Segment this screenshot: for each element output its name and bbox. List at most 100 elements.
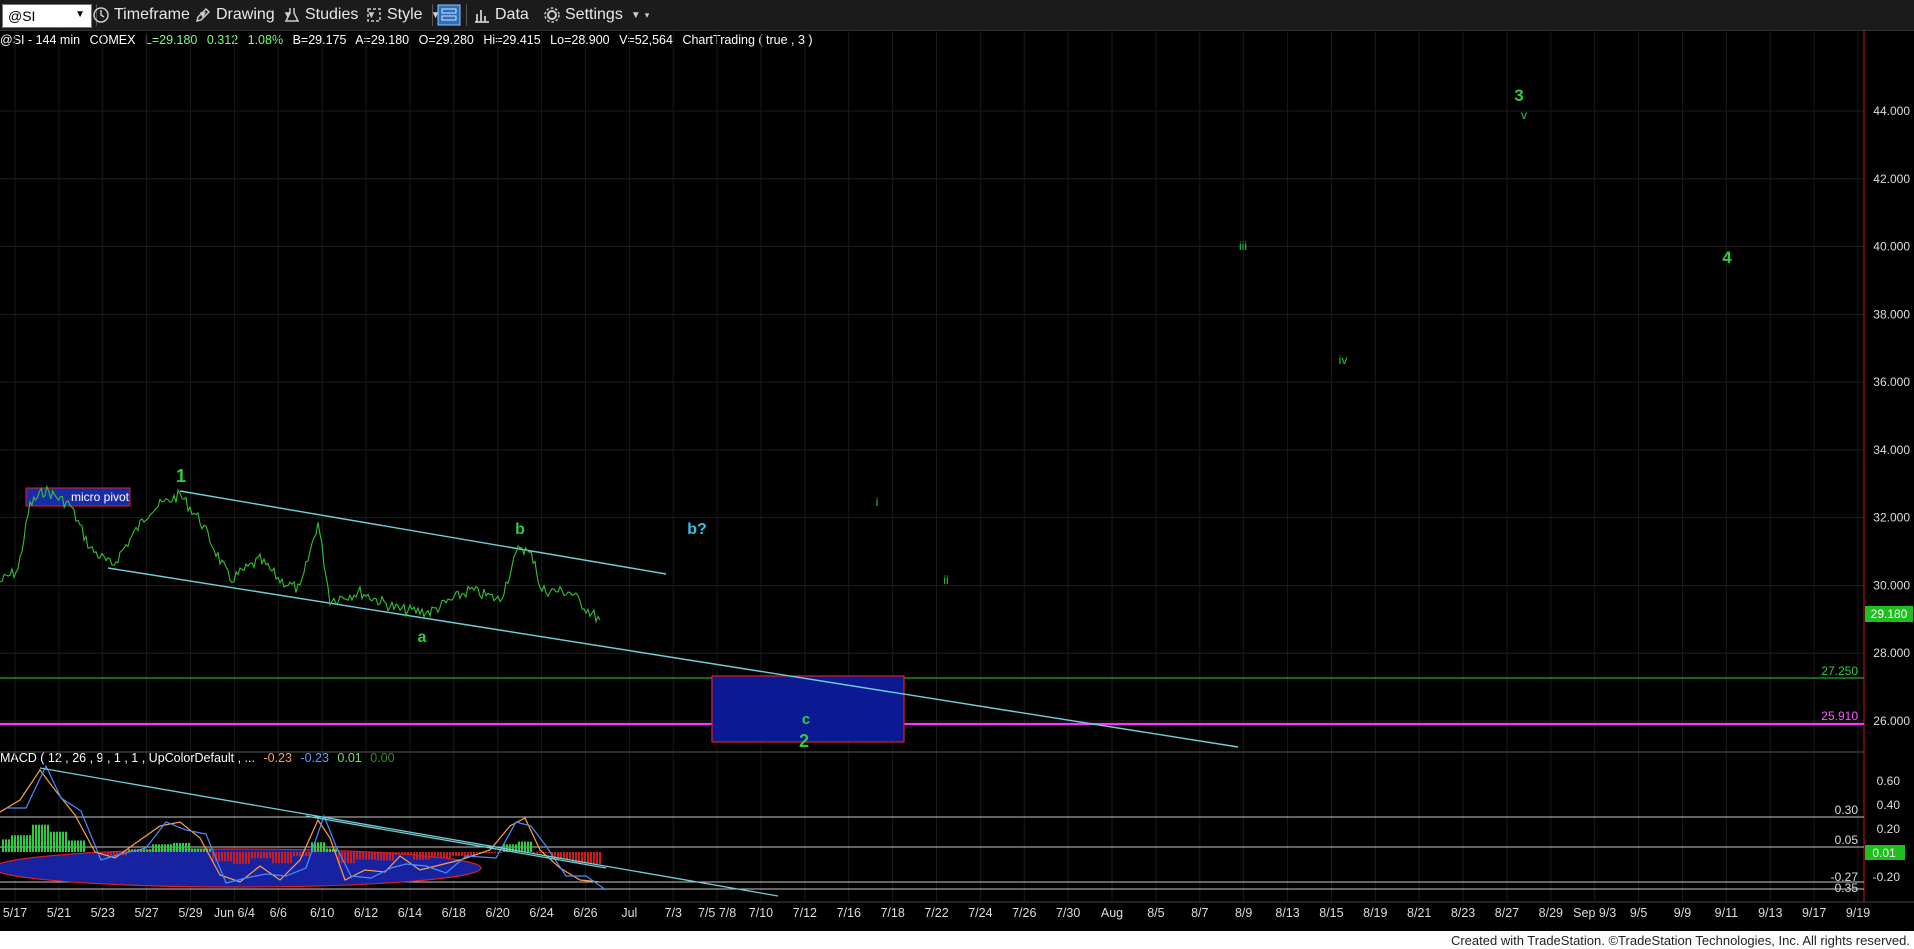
macd-histogram-bar <box>299 852 301 857</box>
macd-histogram-bar <box>50 831 52 852</box>
price-axis-label: 44.000 <box>1873 104 1910 118</box>
upper-channel-line[interactable] <box>179 490 667 575</box>
macd-histogram-bar <box>5 839 7 852</box>
chart-grid <box>0 30 1864 902</box>
macd-histogram-bar <box>359 852 361 860</box>
macd-histogram-bar <box>167 844 169 852</box>
price-axis-label: 42.000 <box>1873 172 1910 186</box>
macd-histogram-bar <box>74 840 76 852</box>
macd-histogram-bar <box>26 835 28 852</box>
macd-histogram-bar <box>53 831 55 852</box>
date-axis-label: 8/7 <box>1191 906 1208 920</box>
date-axis-label: 8/5 <box>1147 906 1164 920</box>
macd-axis-label: 0.40 <box>1877 798 1901 812</box>
date-axis-label: 7/16 <box>837 906 861 920</box>
macd-histogram-bar <box>563 852 565 859</box>
macd-histogram-bar <box>590 852 592 864</box>
macd-histogram-bar <box>80 840 82 852</box>
macd-histogram-bar <box>305 852 307 857</box>
macd-histogram-bar <box>92 852 94 854</box>
macd-axis-label: 0.60 <box>1877 774 1901 788</box>
macd-histogram-bar <box>221 852 223 862</box>
macd-histogram-bar <box>494 852 496 853</box>
macd-histogram-bar <box>512 844 514 852</box>
date-axis-label: 9/17 <box>1802 906 1826 920</box>
price-axis-label: 36.000 <box>1873 375 1910 389</box>
price-axis-label: 34.000 <box>1873 443 1910 457</box>
date-axis-label: 6/14 <box>398 906 422 920</box>
macd-histogram-bar <box>89 852 91 854</box>
macd-histogram-bar <box>59 831 61 852</box>
macd-histogram-bar <box>443 852 445 858</box>
macd-histogram-bar <box>218 852 220 862</box>
macd-histogram-bar <box>434 852 436 858</box>
price-axis-label: 40.000 <box>1873 240 1910 254</box>
macd-histogram-bar <box>398 852 400 855</box>
macd-histogram-bar <box>530 841 532 852</box>
date-axis-label: 6/24 <box>529 906 553 920</box>
macd-histogram-bar <box>368 852 370 860</box>
date-axis-label: 9/11 <box>1715 906 1738 920</box>
wave-label-2: 2 <box>799 731 809 751</box>
macd-histogram-bar <box>194 848 196 852</box>
macd-histogram-bar <box>257 852 259 859</box>
date-axis-label: 7/3 <box>665 906 682 920</box>
macd-histogram-bar <box>587 852 589 864</box>
macd-histogram-bar <box>566 852 568 859</box>
macd-histogram-bar <box>233 852 235 864</box>
macd-histogram-bar <box>296 852 298 857</box>
macd-histogram-bar <box>446 852 448 858</box>
macd-histogram-bar <box>410 852 412 855</box>
macd-histogram-bar <box>416 852 418 860</box>
macd-histogram-bar <box>143 849 145 852</box>
macd-histogram-bar <box>245 852 247 864</box>
macd-histogram-bar <box>413 852 415 860</box>
wave-label-b-question: b? <box>687 521 707 538</box>
macd-histogram-bar <box>275 852 277 864</box>
macd-histogram-bar <box>491 852 493 853</box>
date-axis: 5/17 5/21 5/23 5/27 5/29 Jun 6/4 6/6 6/10 6/12 6/… <box>3 906 1870 920</box>
macd-histogram-bar <box>524 841 526 852</box>
macd-histogram-bar <box>593 852 595 864</box>
date-axis-label: 5/29 <box>178 906 202 920</box>
macd-histogram-bar <box>248 852 250 864</box>
macd-histogram-bar <box>11 835 13 852</box>
macd-histogram-bar <box>329 848 331 852</box>
macd-histogram-bar <box>278 852 280 864</box>
date-axis-label: 5/23 <box>91 906 115 920</box>
macd-histogram-bar <box>77 840 79 852</box>
macd-histogram-bar <box>395 852 397 855</box>
macd-histogram-bar <box>476 852 478 853</box>
macd-histogram-bar <box>527 841 529 852</box>
date-axis-label: 9/13 <box>1758 906 1782 920</box>
price-chart[interactable]: micro pivot 1 b a b? c 2 i ii iii iv 3 v… <box>0 0 1914 931</box>
price-series <box>0 484 601 624</box>
macd-histogram-bar <box>389 852 391 861</box>
date-axis-label: 7/26 <box>1012 906 1036 920</box>
macd-histogram-bar <box>284 852 286 864</box>
date-axis-label: 6/18 <box>442 906 466 920</box>
date-axis-label: 6/6 <box>270 906 287 920</box>
macd-histogram-bar <box>362 852 364 860</box>
level-tag-25910: 25.910 <box>1821 709 1858 723</box>
macd-histogram-bar <box>2 839 4 852</box>
macd-histogram-bar <box>68 840 70 852</box>
date-axis-label: 7/12 <box>793 906 817 920</box>
wave-label-i: i <box>876 495 879 509</box>
macd-histogram-bar <box>293 852 295 857</box>
macd-histogram-bar <box>260 852 262 859</box>
macd-histogram-bar <box>386 852 388 861</box>
macd-histogram-bar <box>371 852 373 860</box>
macd-histogram-bar <box>104 852 106 854</box>
macd-histogram-bar <box>83 840 85 852</box>
wave-label-ii: ii <box>943 573 948 587</box>
macd-current-tag-text: 0.01 <box>1872 846 1896 860</box>
wave-label-v: v <box>1521 108 1527 122</box>
price-axis-label: 38.000 <box>1873 307 1910 321</box>
macd-histogram-bar <box>158 844 160 852</box>
macd-histogram-bar <box>599 852 601 864</box>
macd-histogram-bar <box>431 852 433 858</box>
macd-histogram-bar <box>374 852 376 860</box>
macd-histogram-bar <box>266 852 268 859</box>
macd-histogram-bar <box>350 852 352 864</box>
